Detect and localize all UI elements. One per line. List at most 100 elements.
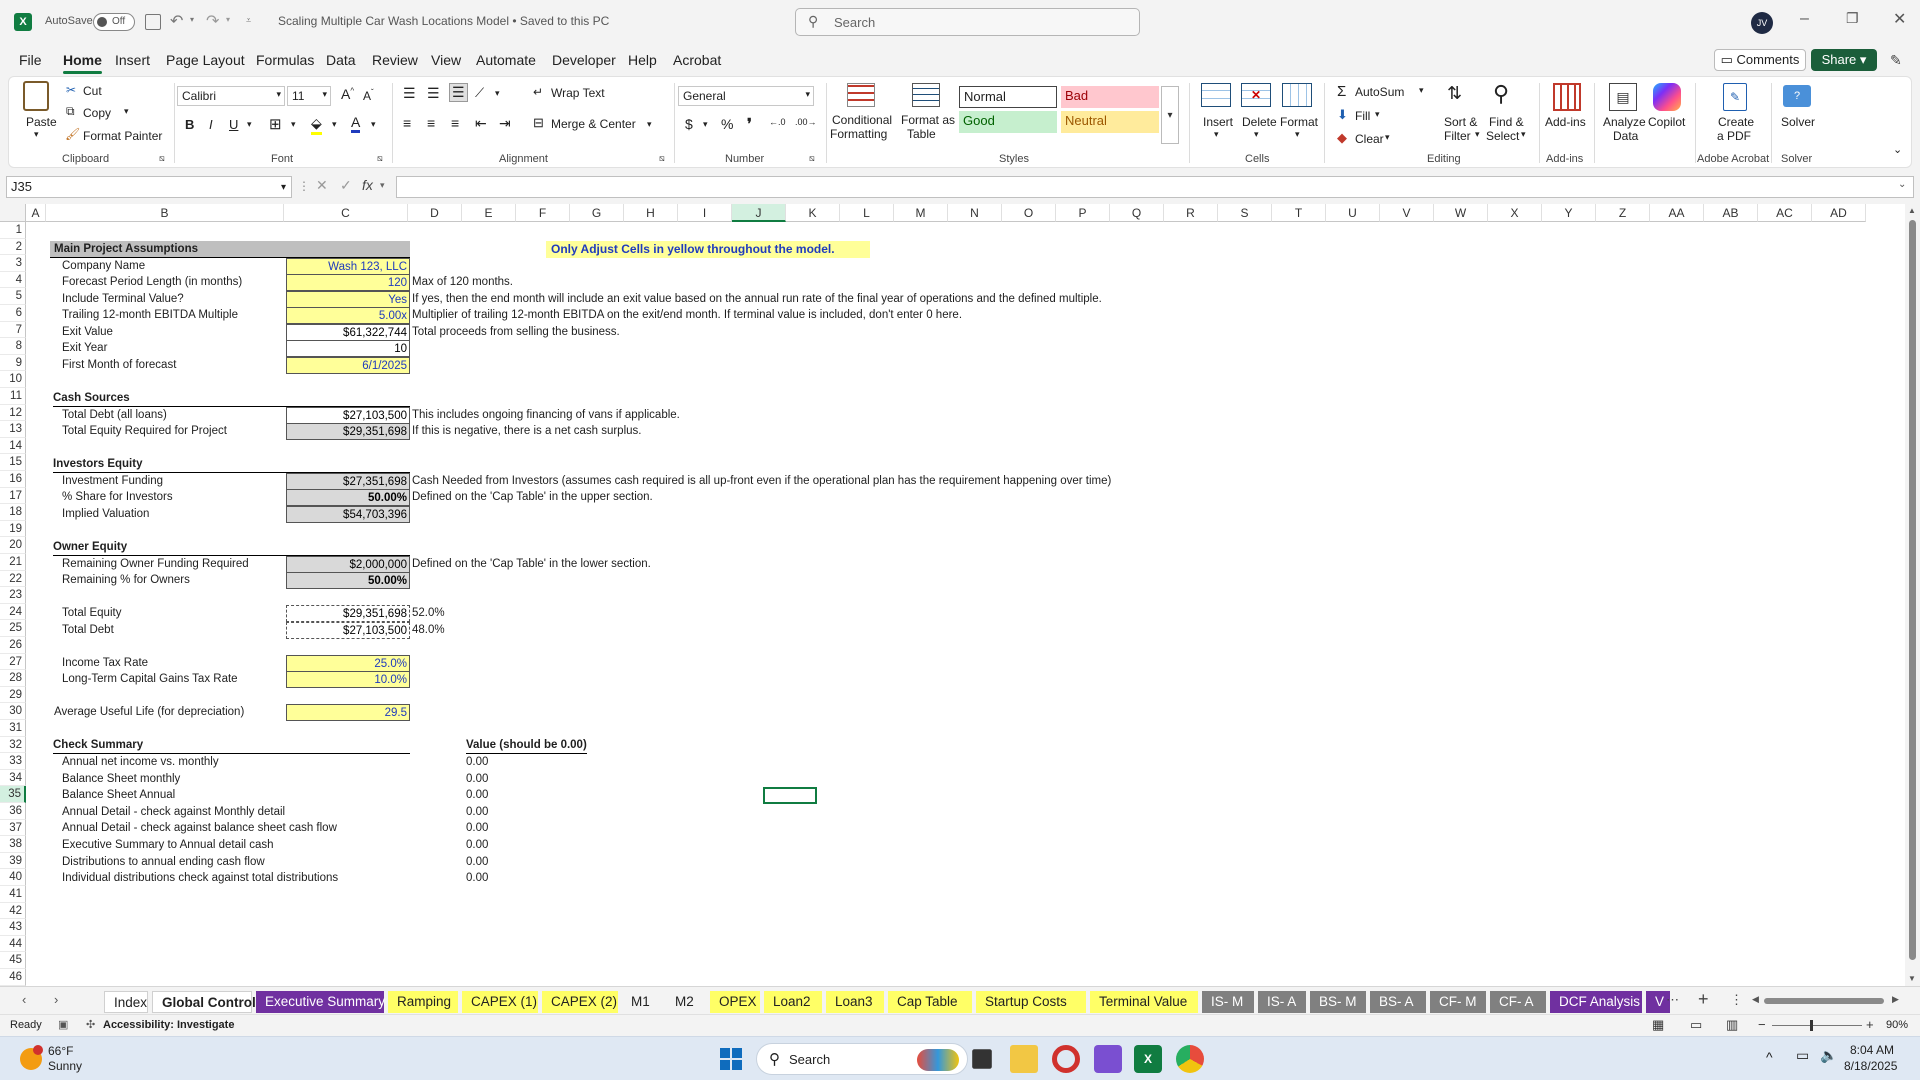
wrap-text-icon[interactable]: ↵ <box>533 85 543 99</box>
opera-icon[interactable] <box>1052 1045 1080 1073</box>
document-title[interactable]: Scaling Multiple Car Wash Locations Mode… <box>278 14 609 28</box>
tab-acrobat[interactable]: Acrobat <box>673 52 721 68</box>
format-painter-button[interactable]: Format Painter <box>83 129 162 143</box>
file-explorer-icon[interactable] <box>1010 1045 1038 1073</box>
insert-function-icon[interactable]: fx <box>362 177 373 193</box>
sheet-tab[interactable]: Global Control <box>152 991 256 1013</box>
column-header[interactable]: U <box>1326 204 1380 222</box>
select-all-corner[interactable] <box>0 204 26 222</box>
row-header[interactable]: 12 <box>0 404 26 422</box>
row-header[interactable]: 10 <box>0 371 26 388</box>
font-launcher-icon[interactable]: ⧅ <box>377 153 383 164</box>
row-header[interactable]: 26 <box>0 637 26 654</box>
sheet-tab[interactable]: M1 <box>622 991 662 1013</box>
sheet-tab[interactable]: IS- M <box>1202 991 1254 1013</box>
borders-dropdown-icon[interactable]: ▾ <box>291 119 296 130</box>
align-center-icon[interactable]: ≡ <box>427 115 435 131</box>
insert-cells-dropdown-icon[interactable]: ▾ <box>1214 129 1219 140</box>
analyze-data-line1[interactable]: Analyze <box>1603 115 1646 129</box>
vertical-scrollbar[interactable]: ▲ ▼ <box>1905 204 1920 986</box>
sheet-tab[interactable]: DCF Analysis <box>1550 991 1642 1013</box>
close-icon[interactable]: ✕ <box>1893 9 1906 29</box>
volume-icon[interactable]: 🔈 <box>1820 1047 1837 1064</box>
cut-icon[interactable]: ✂ <box>66 83 76 97</box>
column-header[interactable]: Q <box>1110 204 1164 222</box>
column-header[interactable]: A <box>26 204 46 222</box>
insert-cells-button[interactable]: Insert <box>1203 115 1233 129</box>
row-header[interactable]: 9 <box>0 354 26 372</box>
sort-filter-line1[interactable]: Sort & <box>1444 115 1477 129</box>
row-header[interactable]: 23 <box>0 587 26 604</box>
decrease-font-icon[interactable]: Aˇ <box>363 88 374 103</box>
sort-filter-line2[interactable]: Filter <box>1444 129 1471 143</box>
sheet-options-icon[interactable]: ⋮ <box>1730 992 1743 1008</box>
delete-cells-button[interactable]: Delete <box>1242 115 1277 129</box>
row-header[interactable]: 7 <box>0 321 26 339</box>
sheet-tab[interactable]: CAPEX (1) <box>462 991 538 1013</box>
number-format-select[interactable]: General ▾ <box>678 86 814 106</box>
undo-dropdown-icon[interactable]: ▾ <box>190 15 194 24</box>
ltcg-tax-value[interactable]: 10.0% <box>286 671 410 688</box>
tray-chevron-icon[interactable]: ^ <box>1766 1049 1773 1065</box>
search-box[interactable]: ⚲ Search <box>795 8 1140 36</box>
customize-qat-icon[interactable]: ⩡ <box>246 15 251 26</box>
tab-file[interactable]: File <box>19 52 42 68</box>
row-header[interactable]: 14 <box>0 437 26 455</box>
scroll-up-icon[interactable]: ▲ <box>1908 206 1916 215</box>
orientation-icon[interactable]: ⟋ <box>475 85 484 101</box>
column-header[interactable]: L <box>840 204 894 222</box>
spreadsheet-grid[interactable]: A B C D E F G H I J K L M N O P Q R S T U V W X Y Z AA AB AC AD 12345… <box>0 204 1905 986</box>
zoom-slider[interactable] <box>1772 1025 1862 1026</box>
zoom-slider-thumb[interactable] <box>1810 1020 1813 1031</box>
row-header[interactable]: 34 <box>0 769 26 787</box>
insert-cells-icon[interactable] <box>1201 83 1231 107</box>
company-name-value[interactable]: Wash 123, LLC <box>286 258 410 275</box>
collapse-ribbon-icon[interactable]: ⌄ <box>1893 143 1902 156</box>
merge-dropdown-icon[interactable]: ▾ <box>647 119 652 130</box>
align-right-icon[interactable]: ≡ <box>451 115 459 131</box>
settings-app-icon[interactable] <box>1094 1045 1122 1073</box>
create-pdf-line1[interactable]: Create <box>1718 115 1754 129</box>
page-layout-view-icon[interactable]: ▭ <box>1690 1017 1702 1033</box>
exit-year-value[interactable]: 10 <box>286 340 410 357</box>
column-header[interactable]: AA <box>1650 204 1704 222</box>
horizontal-scroll-thumb[interactable] <box>1764 998 1884 1004</box>
sheet-tab[interactable]: Terminal Value <box>1090 991 1198 1013</box>
implied-valuation-value[interactable]: $54,703,396 <box>286 506 410 523</box>
row-header[interactable]: 44 <box>0 935 26 953</box>
name-box[interactable]: J35 ▾ <box>6 176 292 198</box>
save-icon[interactable] <box>145 14 161 30</box>
sheet-tab[interactable]: M2 <box>666 991 706 1013</box>
row-header[interactable]: 32 <box>0 736 26 754</box>
forecast-length-value[interactable]: 120 <box>286 274 410 291</box>
sheet-tab[interactable]: Startup Costs <box>976 991 1086 1013</box>
fill-dropdown-icon[interactable]: ▾ <box>1375 109 1380 120</box>
tab-page-layout[interactable]: Page Layout <box>166 52 245 68</box>
sheet-tab[interactable]: IS- A <box>1258 991 1306 1013</box>
more-sheets-icon[interactable]: ⋯ <box>1666 992 1679 1008</box>
row-header[interactable]: 37 <box>0 819 26 837</box>
delete-cells-dropdown-icon[interactable]: ▾ <box>1254 129 1259 140</box>
create-pdf-line2[interactable]: a PDF <box>1717 129 1751 143</box>
redo-icon[interactable]: ↷ <box>206 11 219 31</box>
task-view-icon[interactable] <box>972 1049 992 1069</box>
row-header[interactable]: 25 <box>0 620 26 637</box>
restore-icon[interactable]: ❐ <box>1846 10 1859 27</box>
row-header[interactable]: 22 <box>0 570 26 588</box>
row-header[interactable]: 4 <box>0 271 26 289</box>
excel-taskbar-icon[interactable]: X <box>1134 1045 1162 1073</box>
style-neutral[interactable]: Neutral <box>1061 111 1159 133</box>
sheet-tab[interactable]: Index <box>104 991 148 1013</box>
useful-life-value[interactable]: 29.5 <box>286 704 410 721</box>
sheet-tab[interactable]: Cap Table <box>888 991 972 1013</box>
row-header[interactable]: 41 <box>0 886 26 903</box>
autosum-icon[interactable]: Σ <box>1337 83 1346 100</box>
align-bottom-icon[interactable]: ☰ <box>449 83 468 102</box>
check-value[interactable]: 0.00 <box>466 820 488 837</box>
font-size-select[interactable]: 11 ▾ <box>287 86 331 106</box>
hscroll-right-icon[interactable]: ▶ <box>1892 994 1899 1005</box>
tab-scroll-left-icon[interactable]: ‹ <box>22 992 26 1007</box>
row-header[interactable]: 45 <box>0 952 26 969</box>
row-header[interactable]: 24 <box>0 603 26 621</box>
row-header[interactable]: 29 <box>0 686 26 704</box>
